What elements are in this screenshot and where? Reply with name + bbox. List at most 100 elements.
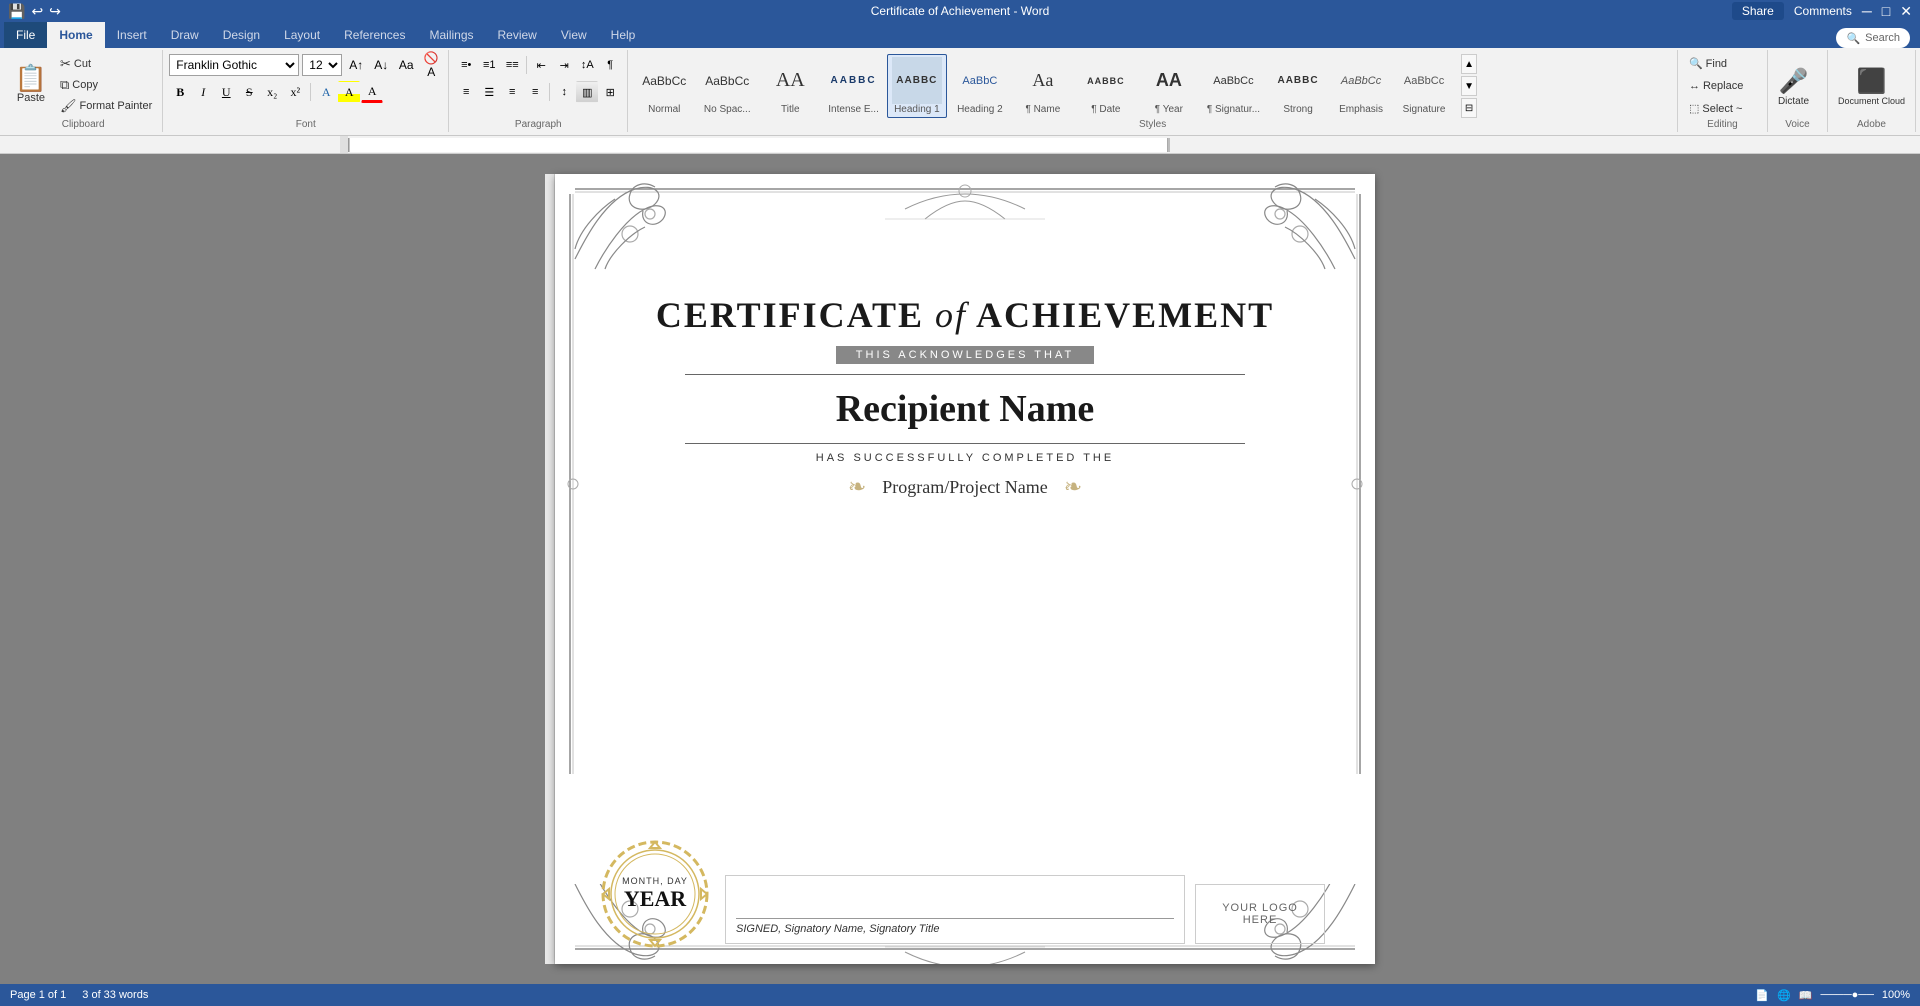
- quick-access-save[interactable]: 💾: [8, 3, 25, 20]
- style-no-spacing[interactable]: AaBbCc No Spac...: [697, 54, 757, 118]
- tab-references[interactable]: References: [332, 22, 417, 48]
- format-painter-button[interactable]: 🖌 Format Painter: [56, 96, 156, 116]
- style-heading1[interactable]: AABBC Heading 1: [887, 54, 947, 118]
- font-color-button[interactable]: A: [361, 81, 383, 103]
- styles-scroll-up[interactable]: ▲: [1461, 54, 1477, 74]
- styles-more[interactable]: ⊟: [1461, 98, 1477, 118]
- style-year[interactable]: AA ¶ Year: [1139, 54, 1199, 118]
- style-intense-emphasis[interactable]: AABBC Intense E...: [823, 54, 884, 118]
- style-date[interactable]: AABBC ¶ Date: [1076, 54, 1136, 118]
- highlight-button[interactable]: A: [338, 81, 360, 103]
- tab-home[interactable]: Home: [47, 22, 104, 48]
- show-marks-button[interactable]: ¶: [599, 54, 621, 76]
- close-button[interactable]: ✕: [1900, 3, 1912, 20]
- tab-view[interactable]: View: [549, 22, 599, 48]
- font-size-select[interactable]: 12: [302, 54, 342, 76]
- styles-group-label: Styles: [634, 119, 1671, 132]
- borders-button[interactable]: ⊞: [599, 81, 621, 103]
- multilevel-list-button[interactable]: ≡≡: [501, 54, 523, 76]
- dictate-button[interactable]: 🎤 Dictate: [1774, 63, 1813, 111]
- document-cloud-button[interactable]: ⬛ Document Cloud: [1834, 63, 1909, 111]
- tab-mailings[interactable]: Mailings: [417, 22, 485, 48]
- numbering-button[interactable]: ≡1: [478, 54, 500, 76]
- ruler-vertical: [545, 174, 555, 964]
- tab-help[interactable]: Help: [599, 22, 648, 48]
- adobe-group-label: Adobe: [1834, 119, 1909, 132]
- ruler-horizontal: [0, 136, 1920, 154]
- clear-formatting-button[interactable]: 🚫A: [420, 54, 442, 76]
- text-effects-button[interactable]: A: [315, 81, 337, 103]
- increase-indent-button[interactable]: ⇥: [553, 54, 575, 76]
- align-center-button[interactable]: ☰: [478, 81, 500, 103]
- decrease-indent-button[interactable]: ⇤: [530, 54, 552, 76]
- view-read-icon[interactable]: 📖: [1799, 989, 1813, 1002]
- underline-button[interactable]: U: [215, 81, 237, 103]
- replace-button[interactable]: ↔ Replace: [1684, 77, 1748, 95]
- app-controls-left: 💾 ↩ ↪: [8, 3, 61, 20]
- strikethrough-button[interactable]: S: [238, 81, 260, 103]
- align-left-button[interactable]: ≡: [455, 81, 477, 103]
- subscript-button[interactable]: x₂: [261, 81, 283, 103]
- signed-line: SIGNED, Signatory Name, Signatory Title: [736, 923, 1174, 935]
- style-emphasis[interactable]: AaBbCc Emphasis: [1331, 54, 1391, 118]
- quick-access-redo[interactable]: ↪: [49, 3, 61, 20]
- superscript-button[interactable]: x²: [284, 81, 306, 103]
- align-right-button[interactable]: ≡: [501, 81, 523, 103]
- share-button[interactable]: Share: [1732, 2, 1784, 20]
- comments-button[interactable]: Comments: [1794, 4, 1852, 18]
- style-title[interactable]: AA Title: [760, 54, 820, 118]
- paste-button[interactable]: 📋 Paste: [10, 54, 52, 114]
- tab-review[interactable]: Review: [486, 22, 549, 48]
- signature-box: SIGNED, Signatory Name, Signatory Title: [725, 875, 1185, 944]
- italic-button[interactable]: I: [192, 81, 214, 103]
- styles-scroll-down[interactable]: ▼: [1461, 76, 1477, 96]
- style-strong[interactable]: AABBC Strong: [1268, 54, 1328, 118]
- justify-button[interactable]: ≡: [524, 81, 546, 103]
- select-icon: ⬚: [1689, 102, 1699, 115]
- tab-file[interactable]: File: [4, 22, 47, 48]
- recipient-name: Recipient Name: [836, 387, 1095, 431]
- certificate-title: CERTIFICATE of ACHIEVEMENT: [656, 294, 1274, 336]
- cut-button[interactable]: ✂ Cut: [56, 54, 156, 74]
- style-name[interactable]: Aa ¶ Name: [1013, 54, 1073, 118]
- view-normal-icon[interactable]: 📄: [1755, 989, 1769, 1002]
- style-signature[interactable]: AaBbCc Signature: [1394, 54, 1454, 118]
- change-case-button[interactable]: Aa: [395, 54, 417, 76]
- style-signature-line[interactable]: AaBbCc ¶ Signatur...: [1202, 54, 1265, 118]
- tab-design[interactable]: Design: [211, 22, 272, 48]
- page-info: Page 1 of 1: [10, 989, 66, 1001]
- title-bar-center: Certificate of Achievement - Word: [871, 4, 1050, 18]
- font-family-select[interactable]: Franklin Gothic: [169, 54, 299, 76]
- word-count: 3 of 33 words: [82, 989, 148, 1001]
- tab-layout[interactable]: Layout: [272, 22, 332, 48]
- shading-button[interactable]: ▥: [576, 81, 598, 103]
- copy-button[interactable]: ⧉ Copy: [56, 75, 156, 95]
- zoom-slider[interactable]: ────●──: [1820, 989, 1873, 1001]
- bold-button[interactable]: B: [169, 81, 191, 103]
- grow-font-button[interactable]: A↑: [345, 54, 367, 76]
- ribbon-content: 📋 Paste ✂ Cut ⧉ Copy 🖌 Format Painter Cl…: [0, 48, 1920, 136]
- minimize-button[interactable]: ─: [1862, 3, 1872, 19]
- maximize-button[interactable]: □: [1882, 3, 1890, 19]
- cut-icon: ✂: [60, 56, 71, 72]
- left-ornament-icon: ❧: [848, 474, 866, 500]
- format-painter-icon: 🖌: [60, 98, 77, 114]
- line-spacing-button[interactable]: ↕: [553, 81, 575, 103]
- select-button[interactable]: ⬚ Select ~: [1684, 99, 1747, 118]
- shrink-font-button[interactable]: A↓: [370, 54, 392, 76]
- tab-insert[interactable]: Insert: [105, 22, 159, 48]
- sort-button[interactable]: ↕A: [576, 54, 598, 76]
- search-box[interactable]: 🔍 Search: [1836, 28, 1910, 48]
- style-normal[interactable]: AaBbCc Normal: [634, 54, 694, 118]
- find-button[interactable]: 🔍 Find: [1684, 54, 1732, 73]
- quick-access-undo[interactable]: ↩: [31, 3, 43, 20]
- paste-label: Paste: [17, 92, 45, 104]
- clipboard-group: 📋 Paste ✂ Cut ⧉ Copy 🖌 Format Painter Cl…: [4, 50, 163, 132]
- style-heading2[interactable]: AaBbC Heading 2: [950, 54, 1010, 118]
- view-web-icon[interactable]: 🌐: [1777, 989, 1791, 1002]
- bullets-button[interactable]: ≡•: [455, 54, 477, 76]
- certificate-subtitle-bar: THIS ACKNOWLEDGES THAT: [836, 346, 1094, 364]
- styles-group: AaBbCc Normal AaBbCc No Spac... AA Title…: [628, 50, 1678, 132]
- tab-draw[interactable]: Draw: [159, 22, 211, 48]
- title-bar: 💾 ↩ ↪ Certificate of Achievement - Word …: [0, 0, 1920, 22]
